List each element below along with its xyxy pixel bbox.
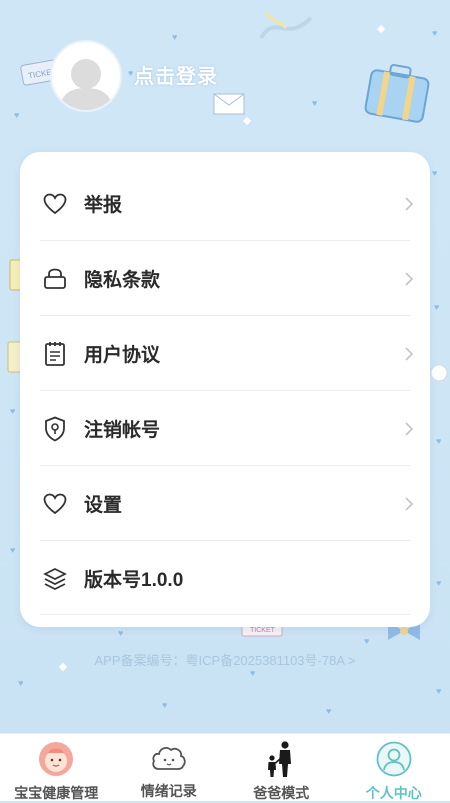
baby-face-icon bbox=[38, 741, 74, 777]
user-silhouette-icon bbox=[55, 52, 117, 110]
menu-item-report[interactable]: 举报 bbox=[40, 166, 410, 241]
notepad-icon bbox=[42, 341, 68, 367]
tab-dad-mode[interactable]: 爸爸模式 bbox=[225, 734, 338, 801]
menu-item-delete-account[interactable]: 注销帐号 bbox=[40, 391, 410, 466]
icp-record-link[interactable]: APP备案编号：粤ICP备2025381103号-78A > bbox=[0, 650, 450, 669]
menu-label: 用户协议 bbox=[84, 340, 402, 367]
tab-label: 个人中心 bbox=[366, 783, 422, 803]
login-profile[interactable]: 点击登录 bbox=[50, 40, 218, 112]
tab-label: 宝宝健康管理 bbox=[14, 783, 98, 803]
flower-icon bbox=[428, 362, 450, 384]
tab-baby-health[interactable]: 宝宝健康管理 bbox=[0, 734, 113, 801]
suitcase-icon bbox=[362, 62, 434, 126]
ribbon-icon bbox=[256, 8, 316, 48]
svg-text:TICKET: TICKET bbox=[250, 627, 276, 634]
father-child-icon bbox=[263, 741, 299, 777]
avatar bbox=[50, 40, 122, 112]
menu-item-settings[interactable]: 设置 bbox=[40, 466, 410, 541]
chevron-right-icon bbox=[402, 422, 416, 436]
menu-item-user-agreement[interactable]: 用户协议 bbox=[40, 316, 410, 391]
login-label: 点击登录 bbox=[134, 60, 218, 89]
layers-icon bbox=[42, 566, 68, 592]
chevron-right-icon bbox=[402, 497, 416, 511]
chevron-right-icon bbox=[402, 347, 416, 361]
cloud-face-icon bbox=[151, 741, 187, 775]
user-icon bbox=[376, 741, 412, 777]
menu-item-privacy[interactable]: 隐私条款 bbox=[40, 241, 410, 316]
tab-personal-center[interactable]: 个人中心 bbox=[338, 734, 450, 801]
settings-card: 举报 隐私条款 用户协议 注销帐号 设置 bbox=[20, 152, 430, 627]
tab-label: 爸爸模式 bbox=[253, 783, 309, 803]
menu-label: 注销帐号 bbox=[84, 415, 402, 442]
shield-icon bbox=[42, 416, 68, 442]
menu-label: 隐私条款 bbox=[84, 265, 402, 292]
menu-label: 设置 bbox=[84, 490, 402, 517]
heart-icon bbox=[42, 191, 68, 217]
tab-label: 情绪记录 bbox=[141, 781, 197, 801]
divider bbox=[40, 614, 410, 615]
menu-label: 举报 bbox=[84, 190, 402, 217]
menu-item-version: 版本号1.0.0 bbox=[40, 541, 410, 616]
heart-icon bbox=[42, 491, 68, 517]
chevron-right-icon bbox=[402, 197, 416, 211]
chevron-right-icon bbox=[402, 272, 416, 286]
menu-label: 版本号1.0.0 bbox=[84, 565, 410, 592]
tab-mood-record[interactable]: 情绪记录 bbox=[113, 734, 226, 801]
bottom-tab-bar: 宝宝健康管理 情绪记录 爸爸模式 个人中心 bbox=[0, 733, 450, 801]
lock-icon bbox=[42, 266, 68, 292]
